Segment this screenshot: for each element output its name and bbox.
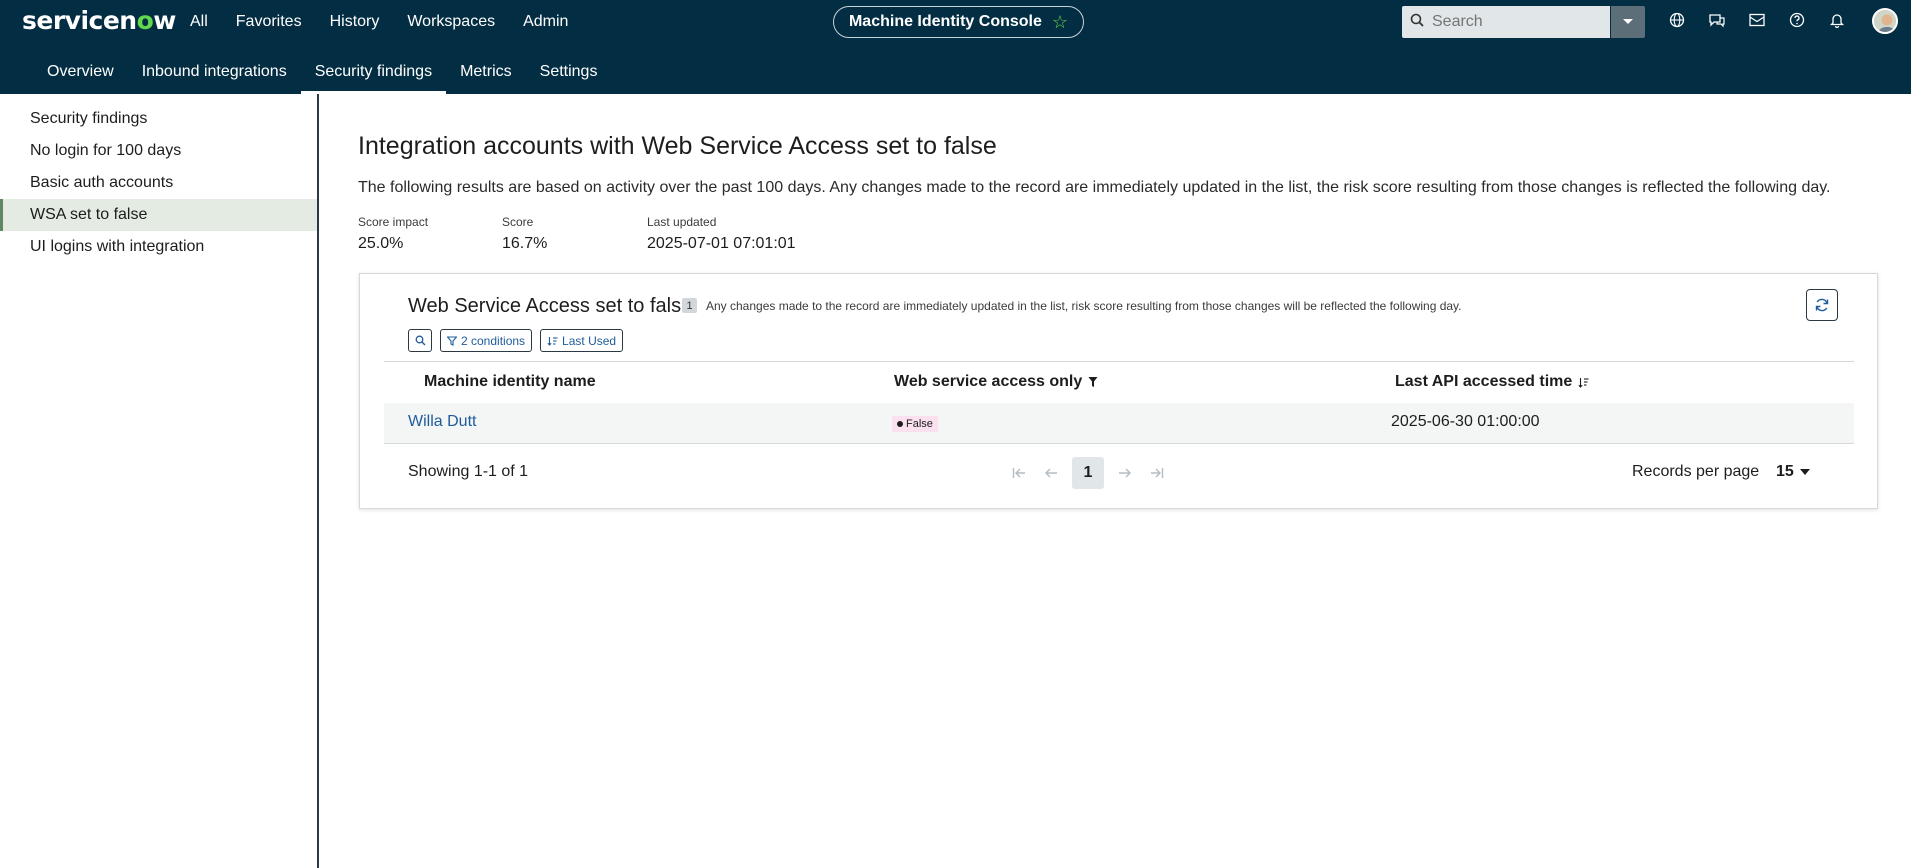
previous-page-icon[interactable]: [1040, 458, 1062, 488]
page-title: Integration accounts with Web Service Ac…: [358, 132, 997, 160]
stat-label: Score impact: [358, 215, 429, 229]
main-nav: All Favorites History Workspaces Admin: [190, 0, 596, 43]
column-header-name[interactable]: Machine identity name: [424, 373, 596, 391]
help-icon[interactable]: [1785, 8, 1809, 32]
sort-descending-icon: [1578, 377, 1589, 388]
bell-icon[interactable]: [1825, 8, 1849, 32]
record-count-badge: 1: [682, 298, 697, 313]
filter-icon: [1088, 377, 1098, 387]
tab-metrics[interactable]: Metrics: [446, 50, 526, 94]
machine-identity-link[interactable]: Willa Dutt: [408, 413, 476, 431]
console-name: Machine Identity Console: [848, 13, 1042, 30]
tab-inbound-integrations[interactable]: Inbound integrations: [128, 50, 301, 94]
refresh-icon: [1815, 298, 1829, 312]
first-page-icon[interactable]: [1008, 458, 1030, 488]
nav-favorites[interactable]: Favorites: [236, 13, 302, 31]
nav-workspaces[interactable]: Workspaces: [407, 13, 495, 31]
tab-settings[interactable]: Settings: [526, 50, 612, 94]
card-title: Web Service Access set to false: [408, 295, 693, 317]
table-footer: Showing 1-1 of 1 1 Records per page 15: [408, 457, 1838, 489]
stat-last-updated: Last updated 2025-07-01 07:01:01: [647, 215, 796, 253]
findings-card: Web Service Access set to false 1 Any ch…: [359, 273, 1878, 509]
filter-icon: [447, 335, 457, 346]
findings-table: Machine identity name Web service access…: [384, 361, 1854, 444]
table-row: Willa Dutt False 2025-06-30 01:00:00: [384, 403, 1854, 444]
user-avatar[interactable]: [1872, 8, 1898, 34]
column-header-wsa[interactable]: Web service access only: [894, 373, 1098, 391]
chip-label: 2 conditions: [461, 333, 526, 348]
pagination: 1: [1008, 457, 1168, 489]
console-title-pill[interactable]: Machine Identity Console ☆: [833, 6, 1084, 38]
search-scope-dropdown[interactable]: [1611, 6, 1645, 38]
nav-all[interactable]: All: [190, 13, 208, 31]
search-input[interactable]: [1432, 13, 1592, 31]
sub-nav-tabs: Overview Inbound integrations Security f…: [0, 50, 611, 94]
stat-label: Score: [502, 215, 534, 229]
tab-security-findings[interactable]: Security findings: [300, 50, 447, 94]
column-header-last-access[interactable]: Last API accessed time: [1395, 373, 1589, 391]
status-badge: False: [892, 416, 938, 432]
findings-sidebar: Security findings No login for 100 days …: [0, 94, 319, 868]
header-icons: [1665, 8, 1849, 32]
next-page-icon[interactable]: [1114, 458, 1136, 488]
chat-icon[interactable]: [1705, 8, 1729, 32]
showing-count: Showing 1-1 of 1: [408, 463, 529, 480]
stat-score-impact: Score impact 25.0%: [358, 215, 428, 253]
sidebar-item-security-findings[interactable]: Security findings: [0, 103, 317, 135]
search-icon: [415, 335, 425, 346]
stat-value: 25.0%: [358, 235, 404, 252]
stat-value: 2025-07-01 07:01:01: [647, 235, 796, 252]
tab-overview[interactable]: Overview: [0, 50, 128, 94]
global-search[interactable]: [1402, 6, 1610, 38]
top-header: servicenow All Favorites History Workspa…: [0, 0, 1911, 94]
chevron-down-icon: [1799, 469, 1810, 475]
sidebar-item-basic-auth[interactable]: Basic auth accounts: [0, 167, 317, 199]
status-dot: [897, 421, 903, 427]
search-icon: [1410, 13, 1424, 32]
refresh-button[interactable]: [1806, 289, 1838, 321]
stat-value: 16.7%: [502, 235, 548, 252]
chevron-down-icon: [1623, 19, 1633, 24]
stat-label: Last updated: [647, 215, 717, 229]
records-per-page-value: 15: [1776, 463, 1794, 480]
card-note: Any changes made to the record are immed…: [706, 299, 1462, 313]
nav-admin[interactable]: Admin: [523, 13, 568, 31]
sidebar-item-no-login[interactable]: No login for 100 days: [0, 135, 317, 167]
list-controls: 2 conditions Last Used: [408, 329, 624, 352]
page-description: The following results are based on activ…: [358, 179, 1831, 196]
table-header: Machine identity name Web service access…: [384, 361, 1854, 403]
star-icon[interactable]: ☆: [1052, 12, 1068, 33]
records-per-page-label: Records per page: [1632, 463, 1760, 480]
filter-conditions-chip[interactable]: 2 conditions: [440, 329, 533, 352]
sidebar-item-ui-logins[interactable]: UI logins with integration: [0, 231, 317, 263]
nav-history[interactable]: History: [330, 13, 380, 31]
sort-chip[interactable]: Last Used: [540, 329, 624, 352]
list-search-button[interactable]: [408, 329, 432, 352]
last-access-time: 2025-06-30 01:00:00: [1391, 413, 1540, 430]
sort-icon: [547, 336, 558, 346]
records-per-page-select[interactable]: 15: [1776, 463, 1810, 481]
current-page-button[interactable]: 1: [1072, 457, 1104, 489]
stat-score: Score 16.7%: [502, 215, 547, 253]
globe-icon[interactable]: [1665, 8, 1689, 32]
servicenow-logo[interactable]: servicenow: [22, 6, 176, 35]
last-page-icon[interactable]: [1146, 458, 1168, 488]
sidebar-item-wsa-false[interactable]: WSA set to false: [0, 199, 317, 231]
inbox-icon[interactable]: [1745, 8, 1769, 32]
status-label: False: [906, 418, 933, 430]
chip-label: Last Used: [562, 333, 617, 348]
